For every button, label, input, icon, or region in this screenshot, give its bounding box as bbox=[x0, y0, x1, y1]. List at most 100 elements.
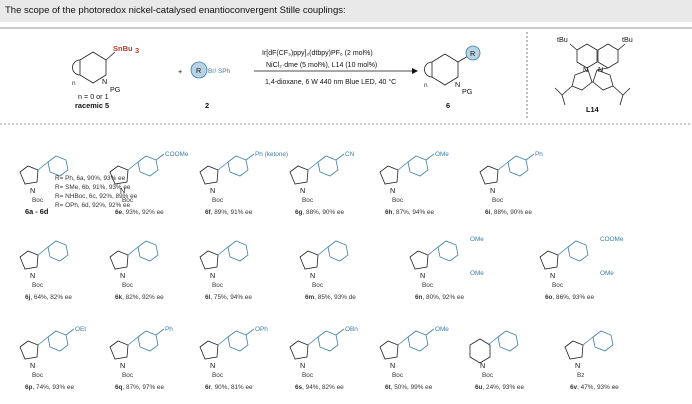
substituent-scope-line: R= OPh, 6d, 92%, 92% ee bbox=[55, 202, 131, 209]
substrate-scope-grid: NBocR= Ph, 6a, 90%, 93% eeR= SMe, 6b, 91… bbox=[19, 151, 624, 391]
ring-nitrogen: N bbox=[120, 361, 125, 370]
ring-nitrogen: N bbox=[575, 361, 580, 370]
product-number: 6 bbox=[446, 101, 450, 110]
aryl-ring bbox=[567, 240, 589, 262]
compound-yield-line: 6l, 75%, 94% ee bbox=[205, 294, 252, 301]
pyrrolidine-ring bbox=[199, 250, 219, 270]
ring-nitrogen: N bbox=[210, 361, 215, 370]
compound-yield: , 24%, 93% ee bbox=[482, 384, 524, 391]
ring-nitrogen: N bbox=[120, 271, 125, 280]
compound-yield: , 94%, 82% ee bbox=[302, 384, 344, 391]
new-cc-bond bbox=[557, 246, 569, 256]
compound-yield: , 50%, 99% ee bbox=[391, 384, 433, 391]
scope-entry-6q: N Boc Ph 6q, 87%, 97% ee bbox=[109, 326, 173, 391]
ring-nitrogen: N bbox=[210, 271, 215, 280]
scope-entry-6k: N Boc 6k, 82%, 92% ee bbox=[109, 240, 164, 301]
n-protecting-group: Boc bbox=[422, 282, 434, 289]
new-cc-bond bbox=[37, 161, 49, 171]
ring-nitrogen: N bbox=[210, 186, 215, 195]
aryl-ring bbox=[47, 240, 69, 262]
pyrrolidine-ring bbox=[109, 340, 129, 360]
scope-entry-6i: N Boc Ph 6i, 88%, 90% ee bbox=[479, 151, 543, 216]
new-cc-bond bbox=[427, 246, 439, 256]
n-protecting-group: Boc bbox=[32, 372, 44, 379]
compound-yield-line: 6u, 24%, 93% ee bbox=[475, 384, 524, 391]
pyrrolidine-ring bbox=[379, 340, 399, 360]
pyrrolidine-ring bbox=[109, 250, 129, 270]
aryl-ring bbox=[592, 330, 614, 352]
substituent-label: OBn bbox=[345, 326, 358, 333]
n-protecting-group: Boc bbox=[482, 372, 494, 379]
aryl-ring bbox=[137, 240, 159, 262]
reactant2-leaving-group: Br/ SPh bbox=[208, 68, 230, 75]
n-protecting-group: Boc bbox=[492, 197, 504, 204]
new-cc-bond bbox=[217, 336, 229, 346]
scope-entry-6f: N Boc Ph (ketone) 6f, 89%, 91% ee bbox=[199, 151, 288, 216]
reactant1-nitrogen: N bbox=[102, 77, 107, 86]
new-cc-bond bbox=[217, 161, 229, 171]
compound-yield: , 93%, 92% ee bbox=[122, 209, 164, 216]
substituent-label: CN bbox=[345, 151, 355, 158]
scope-entry-6u: N Boc 6u, 24%, 93% ee bbox=[469, 330, 524, 391]
substituent-label: COOMe bbox=[165, 151, 189, 158]
compound-yield-line: 6h, 87%, 94% ee bbox=[385, 209, 434, 216]
compound-yield-line: 6f, 89%, 91% ee bbox=[205, 209, 253, 216]
ligand-tbu-right: tBu bbox=[622, 35, 633, 44]
aryl-ring bbox=[227, 240, 249, 262]
substituent-bond bbox=[155, 153, 165, 161]
aryl-ring bbox=[317, 330, 339, 352]
substituent-label: OEt bbox=[75, 326, 86, 333]
compound-yield: , 82%, 92% ee bbox=[122, 294, 164, 301]
aryl-ring bbox=[47, 155, 69, 177]
pyrrolidine-ring bbox=[409, 250, 429, 270]
reactant1-tin-subscript: 3 bbox=[135, 46, 139, 55]
pyrrolidine-ring bbox=[199, 165, 219, 185]
aryl-ring bbox=[407, 155, 429, 177]
compound-label: 6n bbox=[415, 294, 423, 301]
substituent-label-2: OMe bbox=[600, 270, 614, 277]
product-nitrogen: N bbox=[455, 80, 460, 89]
compound-yield-line: 6o, 86%, 93% ee bbox=[545, 294, 594, 301]
scope-entry-6t: N Boc OMe 6t, 50%, 99% ee bbox=[379, 326, 449, 391]
compound-yield-line: 6s, 94%, 82% ee bbox=[295, 384, 344, 391]
figure-caption: The scope of the photoredox nickel-catal… bbox=[0, 0, 692, 22]
scope-entry-6j: N Boc 6j, 64%, 82% ee bbox=[19, 240, 72, 301]
compound-label: 6a - 6d bbox=[25, 207, 49, 216]
reactant1-pg: PG bbox=[110, 85, 121, 94]
substituent-bond bbox=[155, 328, 165, 336]
aryl-ring bbox=[497, 330, 519, 352]
substituent-label-1: OMe bbox=[470, 236, 484, 243]
ring-nitrogen: N bbox=[30, 361, 35, 370]
compound-yield-line: 6e, 93%, 92% ee bbox=[115, 209, 164, 216]
new-cc-bond bbox=[127, 336, 139, 346]
n-protecting-group: Boc bbox=[212, 282, 224, 289]
product-pg: PG bbox=[462, 87, 473, 96]
n-protecting-group: Boc bbox=[122, 372, 134, 379]
compound-yield-line: 6p, 74%, 93% ee bbox=[25, 384, 74, 391]
ring-nitrogen: N bbox=[30, 271, 35, 280]
aryl-ring bbox=[437, 240, 459, 262]
n-protecting-group: Boc bbox=[122, 282, 134, 289]
reactant1-tin-group: SnBu bbox=[113, 44, 133, 53]
compound-yield-line: 6t, 50%, 99% ee bbox=[385, 384, 433, 391]
reaction-scheme: SnBu 3 N PG n n = 0 or 1 racemic 5 + R B… bbox=[0, 27, 692, 391]
compound-yield-line: 6n, 80%, 92% ee bbox=[415, 294, 464, 301]
compound-yield-line: 6m, 85%, 93% de bbox=[305, 294, 356, 301]
compound-yield: , 47%, 93% ee bbox=[577, 384, 619, 391]
substituent-label: Ph (ketone) bbox=[255, 151, 288, 158]
ligand-n-right: N bbox=[598, 65, 603, 74]
substituent-label: Ph bbox=[535, 151, 543, 158]
reactant-5-structure: SnBu 3 N PG n n = 0 or 1 racemic 5 bbox=[72, 44, 139, 110]
reactant2-r-label: R bbox=[196, 66, 201, 75]
compound-yield: , 64%, 82% ee bbox=[30, 294, 72, 301]
scope-entry-6p: N Boc OEt 6p, 74%, 93% ee bbox=[19, 326, 86, 391]
substituent-bond bbox=[65, 328, 75, 336]
compound-yield: , 85%, 93% de bbox=[314, 294, 356, 301]
new-cc-bond bbox=[37, 336, 49, 346]
substituent-bond bbox=[335, 328, 345, 336]
reaction-arrowhead bbox=[412, 68, 418, 74]
aryl-ring bbox=[137, 155, 159, 177]
compound-yield: , 87%, 97% ee bbox=[122, 384, 164, 391]
compound-yield-line: 6r, 90%, 81% ee bbox=[205, 384, 253, 391]
compound-yield-line: 6k, 82%, 92% ee bbox=[115, 294, 164, 301]
